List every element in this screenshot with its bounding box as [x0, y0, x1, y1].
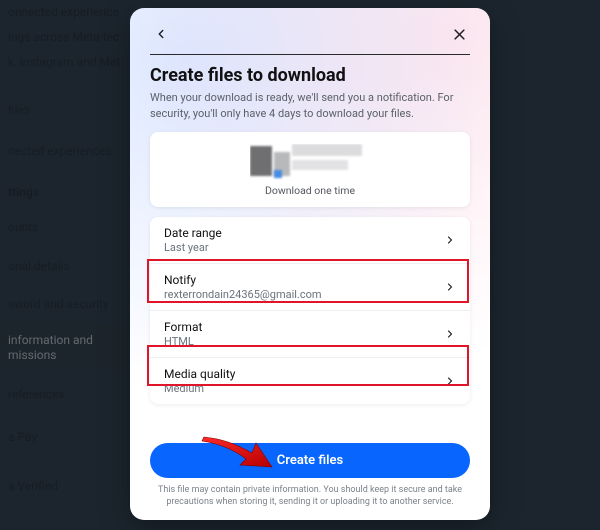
modal-subtitle: When your download is ready, we'll send … — [150, 90, 470, 122]
options-card: Date range Last year Notify rexterrondai… — [150, 217, 470, 404]
option-value: Last year — [164, 241, 222, 254]
option-label: Format — [164, 320, 202, 334]
option-label: Media quality — [164, 367, 235, 381]
option-format[interactable]: Format HTML — [150, 310, 470, 357]
chevron-right-icon — [444, 328, 456, 340]
download-summary-card: Download one time — [150, 132, 470, 207]
divider — [150, 54, 470, 55]
option-value: rexterrondain24365@gmail.com — [164, 288, 322, 301]
close-icon — [452, 27, 467, 42]
modal-title: Create files to download — [150, 65, 470, 86]
chevron-right-icon — [444, 234, 456, 246]
option-label: Date range — [164, 226, 222, 240]
chevron-left-icon — [154, 27, 168, 41]
close-button[interactable] — [448, 23, 470, 45]
download-summary-caption: Download one time — [164, 184, 456, 197]
download-modal: Create files to download When your downl… — [130, 8, 490, 520]
option-notify[interactable]: Notify rexterrondain24365@gmail.com — [150, 263, 470, 310]
option-value: HTML — [164, 335, 202, 348]
disclaimer-text: This file may contain private informatio… — [150, 484, 470, 508]
blurred-preview — [250, 144, 370, 180]
create-files-button[interactable]: Create files — [150, 443, 470, 478]
chevron-right-icon — [444, 281, 456, 293]
option-media-quality[interactable]: Media quality Medium — [150, 357, 470, 404]
back-button[interactable] — [150, 23, 172, 45]
option-label: Notify — [164, 273, 322, 287]
option-date-range[interactable]: Date range Last year — [150, 217, 470, 263]
chevron-right-icon — [444, 375, 456, 387]
option-value: Medium — [164, 382, 235, 395]
